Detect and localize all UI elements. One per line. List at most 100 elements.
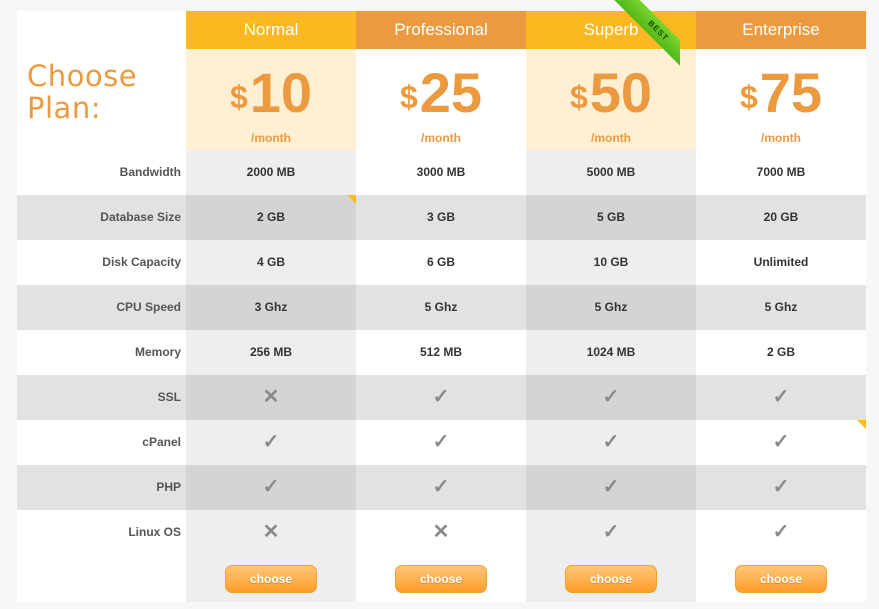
table-cell: 7000 MB [696,150,866,195]
table-cell: 3 Ghz [186,285,356,330]
table-cell: ✓ [696,420,866,465]
feature-label: PHP [17,465,186,510]
table-cell: ✕ [186,375,356,420]
price-value: 75 [759,61,823,124]
price-period: /month [591,131,631,145]
feature-value: 3 Ghz [254,300,288,314]
plan-column-superb: Superb $50 /month 5000 MB 5 GB 10 GB 5 Ghz 1… [526,11,696,602]
table-cell: 2000 MB [186,150,356,195]
feature-label: Disk Capacity [17,240,186,285]
page-title: Choose Plan: [17,11,186,150]
currency-symbol: $ [569,79,588,115]
feature-value: 256 MB [249,345,293,359]
table-cell: ✕ [186,510,356,555]
feature-label: Database Size [17,195,186,240]
choose-button[interactable]: choose [735,564,827,593]
feature-value: 7000 MB [756,165,806,179]
feature-labels: Choose Plan: Bandwidth Database Size Disk … [17,11,186,602]
table-cell: ✓ [356,375,526,420]
table-cell: 6 GB [356,240,526,285]
plan-name: Professional [356,11,526,49]
table-cell: 3000 MB [356,150,526,195]
check-icon: ✓ [772,521,790,543]
table-cell: ✓ [186,465,356,510]
table-cell: 10 GB [526,240,696,285]
plan-price: $25 /month [356,49,526,150]
feature-label: cPanel [17,420,186,465]
price-period: /month [761,131,801,145]
check-icon: ✓ [772,431,790,453]
cross-icon: ✕ [262,386,280,408]
table-cell: 512 MB [356,330,526,375]
table-cell: ✓ [186,420,356,465]
feature-value: 5 Ghz [594,300,628,314]
feature-value: 5 GB [596,210,625,224]
corner-marker [857,420,866,429]
plan-price: $75 /month [696,49,866,150]
table-cell: 5 GB [526,195,696,240]
table-cell: 1024 MB [526,330,696,375]
choose-button[interactable]: choose [565,564,657,593]
table-cell: ✓ [526,375,696,420]
currency-symbol: $ [229,79,248,115]
check-icon: ✓ [262,476,280,498]
table-cell: 5 Ghz [696,285,866,330]
price-value: 10 [249,61,313,124]
feature-value: 512 MB [419,345,463,359]
feature-value: 1024 MB [586,345,636,359]
check-icon: ✓ [772,386,790,408]
feature-value: 2 GB [256,210,285,224]
currency-symbol: $ [739,79,758,115]
feature-value: Unlimited [753,255,809,269]
plan-price: $10 /month [186,49,356,150]
table-cell: 256 MB [186,330,356,375]
table-cell: 20 GB [696,195,866,240]
feature-value: 2 GB [766,345,795,359]
check-icon: ✓ [432,386,450,408]
table-cell: ✕ [356,510,526,555]
table-cell: 4 GB [186,240,356,285]
choose-button[interactable]: choose [395,564,487,593]
choose-button[interactable]: choose [225,564,317,593]
table-cell: ✓ [526,465,696,510]
feature-value: 2000 MB [246,165,296,179]
feature-label: CPU Speed [17,285,186,330]
price-period: /month [251,131,291,145]
table-cell: 5000 MB [526,150,696,195]
check-icon: ✓ [432,431,450,453]
feature-value: 4 GB [256,255,285,269]
table-cell: ✓ [526,510,696,555]
check-icon: ✓ [602,386,620,408]
check-icon: ✓ [602,521,620,543]
table-cell: 3 GB [356,195,526,240]
feature-value: 20 GB [763,210,799,224]
table-cell: 2 GB [186,195,356,240]
plan-name: Normal [186,11,356,49]
plan-column-professional: Professional $25 /month 3000 MB 3 GB 6 GB 5… [356,11,526,602]
feature-value: 5 Ghz [764,300,798,314]
feature-value: 10 GB [593,255,629,269]
table-cell: 5 Ghz [526,285,696,330]
price-value: 25 [419,61,483,124]
table-cell: ✓ [696,375,866,420]
feature-label: Memory [17,330,186,375]
check-icon: ✓ [772,476,790,498]
check-icon: ✓ [602,476,620,498]
cross-icon: ✕ [262,521,280,543]
table-cell: 5 Ghz [356,285,526,330]
feature-value: 5000 MB [586,165,636,179]
currency-symbol: $ [399,79,418,115]
feature-label: SSL [17,375,186,420]
feature-label: Linux OS [17,510,186,555]
feature-value: 3 GB [426,210,455,224]
table-cell: ✓ [526,420,696,465]
check-icon: ✓ [432,476,450,498]
feature-label: Bandwidth [17,150,186,195]
table-cell: ✓ [356,420,526,465]
plan-column-enterprise: Enterprise $75 /month 7000 MB 20 GB Unlimi… [696,11,866,602]
feature-value: 5 Ghz [424,300,458,314]
table-cell: ✓ [356,465,526,510]
plan-column-normal: Normal $10 /month 2000 MB 2 GB 4 GB 3 Ghz 25… [186,11,356,602]
table-cell: 2 GB [696,330,866,375]
cross-icon: ✕ [432,521,450,543]
